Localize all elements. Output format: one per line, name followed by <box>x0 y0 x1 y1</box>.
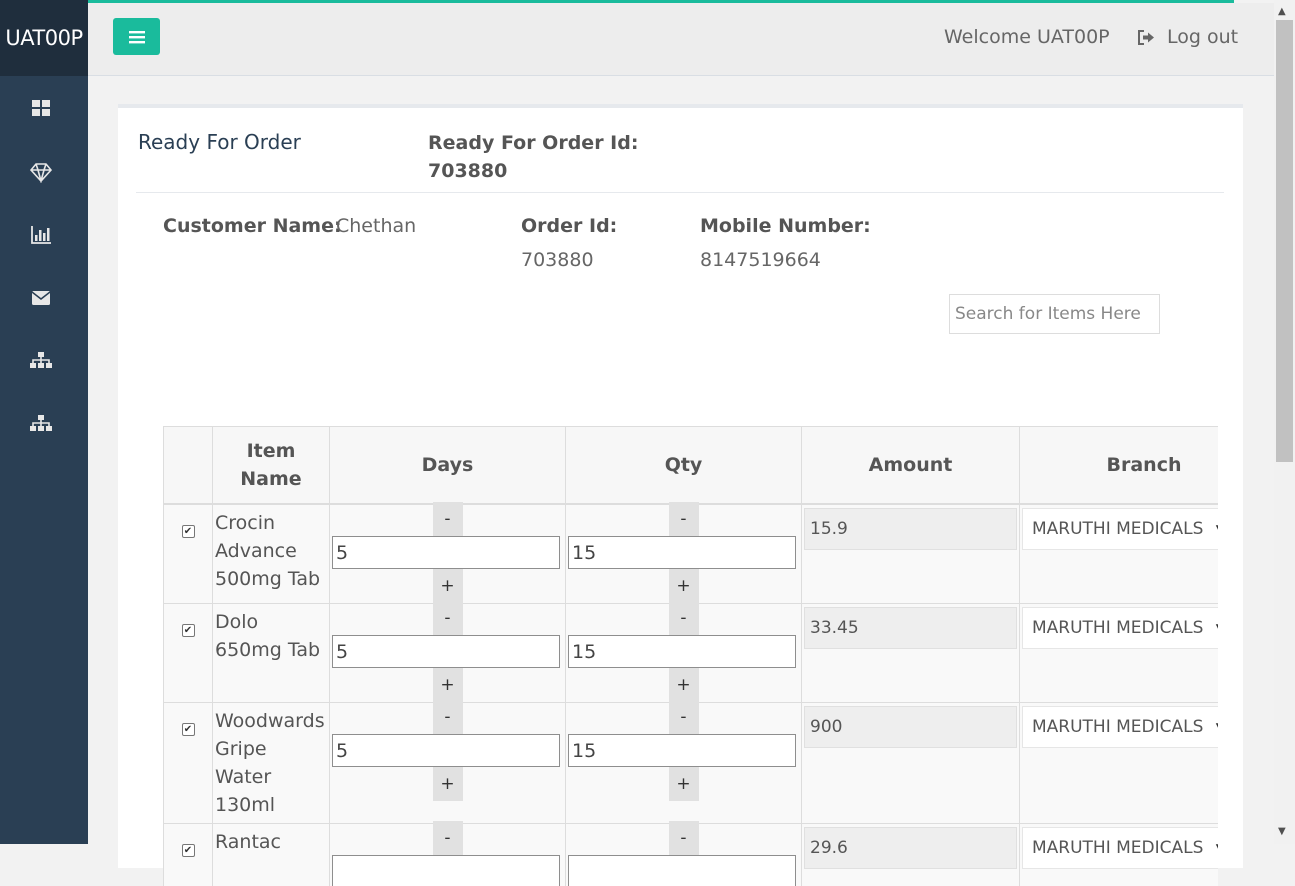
branch-select-value: MARUTHI MEDICALS <box>1032 618 1203 638</box>
scrollbar-thumb[interactable] <box>1276 20 1293 462</box>
brand-title[interactable]: UAT00P <box>0 0 88 76</box>
item-name-column-header: Item Name <box>213 427 330 505</box>
customer-name-value: Chethan <box>336 215 416 237</box>
item-name: Rantac <box>213 824 330 886</box>
branch-select[interactable]: MARUTHI MEDICALS ▼ <box>1022 827 1218 869</box>
amount-field: 15.9 <box>804 508 1017 550</box>
days-input[interactable]: 5 <box>332 536 560 569</box>
qty-increment-button[interactable]: + <box>669 668 699 702</box>
days-stepper: - 5 + <box>330 601 565 702</box>
sign-out-icon <box>1138 30 1155 45</box>
menu-toggle-button[interactable] <box>113 18 160 55</box>
dropdown-caret-icon: ▼ <box>1216 608 1218 648</box>
qty-stepper: - 15 + <box>566 601 801 702</box>
row-select-checkbox[interactable]: ✔ <box>182 723 195 736</box>
row-select-checkbox[interactable]: ✔ <box>182 624 195 637</box>
select-column-header <box>164 427 213 505</box>
branch-select-value: MARUTHI MEDICALS <box>1032 717 1203 737</box>
days-stepper: - <box>330 821 565 886</box>
item-name: Dolo 650mg Tab <box>213 604 330 703</box>
days-increment-button[interactable]: + <box>433 668 463 702</box>
welcome-text[interactable]: Welcome UAT00P <box>944 26 1110 48</box>
item-name: Woodwards Gripe Water 130ml <box>213 703 330 824</box>
order-items-table: Item Name Days Qty Amount Branch ✔ Croci… <box>163 426 1218 886</box>
days-stepper: - 5 + <box>330 502 565 603</box>
logout-label: Log out <box>1167 26 1238 48</box>
qty-decrement-button[interactable]: - <box>669 821 699 855</box>
ready-order-id-label: Ready For Order Id: <box>428 132 638 154</box>
qty-input[interactable]: 15 <box>568 635 796 668</box>
qty-increment-button[interactable]: + <box>669 569 699 603</box>
table-row: ✔ Woodwards Gripe Water 130ml - 5 + - 15… <box>164 703 1219 824</box>
days-input[interactable]: 5 <box>332 734 560 767</box>
qty-input[interactable]: 15 <box>568 536 796 569</box>
sitemap-icon[interactable] <box>30 413 52 435</box>
sidebar: UAT00P <box>0 0 88 844</box>
branch-column-header: Branch <box>1020 427 1219 505</box>
branch-select[interactable]: MARUTHI MEDICALS ▼ <box>1022 508 1218 550</box>
panel-title: Ready For Order <box>138 130 301 154</box>
days-decrement-button[interactable]: - <box>433 601 463 635</box>
dropdown-caret-icon: ▼ <box>1216 828 1218 868</box>
customer-name-label: Customer Name: <box>163 215 342 237</box>
branch-select[interactable]: MARUTHI MEDICALS ▼ <box>1022 607 1218 649</box>
days-stepper: - 5 + <box>330 700 565 801</box>
divider <box>136 192 1224 193</box>
amount-column-header: Amount <box>802 427 1020 505</box>
amount-field: 29.6 <box>804 827 1017 869</box>
qty-increment-button[interactable]: + <box>669 767 699 801</box>
item-name: Crocin Advance 500mg Tab <box>213 504 330 604</box>
days-column-header: Days <box>330 427 566 505</box>
qty-input[interactable] <box>568 855 796 886</box>
qty-input[interactable]: 15 <box>568 734 796 767</box>
mobile-number-label: Mobile Number: <box>700 215 871 237</box>
branch-select-value: MARUTHI MEDICALS <box>1032 838 1203 858</box>
order-id-value: 703880 <box>521 249 594 271</box>
diamond-icon[interactable] <box>30 161 52 183</box>
table-row: ✔ Crocin Advance 500mg Tab - 5 + - 15 + … <box>164 504 1219 604</box>
hamburger-icon <box>129 30 145 44</box>
scroll-down-arrow-icon[interactable]: ▼ <box>1278 826 1286 837</box>
days-increment-button[interactable]: + <box>433 569 463 603</box>
days-input[interactable]: 5 <box>332 635 560 668</box>
branch-select[interactable]: MARUTHI MEDICALS ▼ <box>1022 706 1218 748</box>
qty-stepper: - <box>566 821 801 886</box>
qty-stepper: - 15 + <box>566 700 801 801</box>
order-items-table-container[interactable]: Item Name Days Qty Amount Branch ✔ Croci… <box>163 426 1218 886</box>
item-search-input[interactable] <box>949 294 1160 334</box>
order-panel: Ready For Order Ready For Order Id: 7038… <box>118 104 1243 868</box>
page-scrollbar[interactable]: ▲ ▼ <box>1274 0 1295 844</box>
row-select-checkbox[interactable]: ✔ <box>182 525 195 538</box>
days-decrement-button[interactable]: - <box>433 821 463 855</box>
mobile-number-value: 8147519664 <box>700 249 821 271</box>
table-row: ✔ Dolo 650mg Tab - 5 + - 15 + 33.45 MARU… <box>164 604 1219 703</box>
days-decrement-button[interactable]: - <box>433 700 463 734</box>
sitemap-icon[interactable] <box>30 350 52 372</box>
dropdown-caret-icon: ▼ <box>1216 509 1218 549</box>
dropdown-caret-icon: ▼ <box>1216 707 1218 747</box>
days-increment-button[interactable]: + <box>433 767 463 801</box>
dashboard-icon[interactable] <box>30 97 52 119</box>
qty-decrement-button[interactable]: - <box>669 502 699 536</box>
scroll-up-arrow-icon[interactable]: ▲ <box>1278 6 1286 17</box>
ready-order-id-value: 703880 <box>428 160 507 182</box>
qty-stepper: - 15 + <box>566 502 801 603</box>
amount-field: 33.45 <box>804 607 1017 649</box>
qty-decrement-button[interactable]: - <box>669 700 699 734</box>
table-row: ✔ Rantac - - 29.6 MARUTHI MEDICALS ▼ <box>164 824 1219 886</box>
days-decrement-button[interactable]: - <box>433 502 463 536</box>
qty-decrement-button[interactable]: - <box>669 601 699 635</box>
qty-column-header: Qty <box>566 427 802 505</box>
order-id-label: Order Id: <box>521 215 617 237</box>
envelope-icon[interactable] <box>30 287 52 309</box>
row-select-checkbox[interactable]: ✔ <box>182 844 195 857</box>
branch-select-value: MARUTHI MEDICALS <box>1032 519 1203 539</box>
top-nav: Welcome UAT00P Log out <box>88 3 1274 76</box>
bar-chart-icon[interactable] <box>30 224 52 246</box>
logout-link[interactable]: Log out <box>1138 26 1238 48</box>
amount-field: 900 <box>804 706 1017 748</box>
days-input[interactable] <box>332 855 560 886</box>
